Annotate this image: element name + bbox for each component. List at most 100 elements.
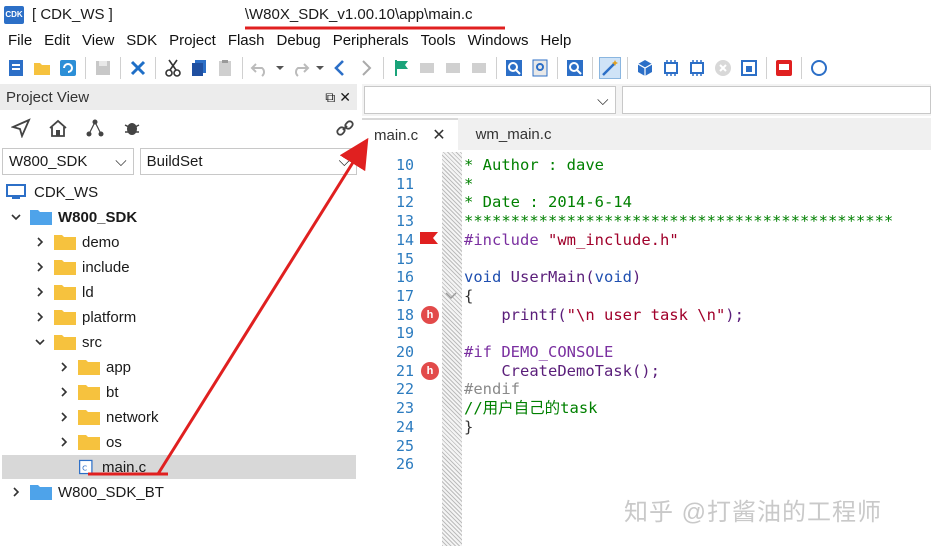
project-select[interactable]: W800_SDK ⌵ — [2, 148, 134, 175]
search-icon[interactable] — [564, 57, 586, 79]
tree-item-file-selected[interactable]: C main.c — [2, 455, 356, 479]
menu-flash[interactable]: Flash — [222, 29, 271, 53]
chevron-right-icon[interactable] — [34, 286, 46, 298]
menu-view[interactable]: View — [76, 29, 120, 53]
tab-main-c[interactable]: main.c ✕ — [362, 118, 458, 150]
project-tree: CDK_WS W800_SDK demo include ld platform… — [0, 180, 357, 546]
chevron-right-icon[interactable] — [58, 361, 70, 373]
chip-all-icon[interactable] — [686, 57, 708, 79]
fold-margin[interactable] — [442, 152, 462, 546]
symbol-dropdown[interactable] — [621, 86, 931, 114]
tree-item-folder[interactable]: src — [34, 330, 102, 354]
close-file-icon[interactable] — [127, 57, 149, 79]
code-editor[interactable]: 10 11 12 13 14 15 16 17 18 19 20 21 22 2… — [362, 152, 931, 546]
undo-icon[interactable] — [249, 57, 271, 79]
find-icon[interactable] — [503, 57, 525, 79]
structure-icon[interactable] — [84, 117, 105, 139]
bookmark-clear-icon[interactable] — [468, 57, 490, 79]
menu-debug[interactable]: Debug — [271, 29, 327, 53]
chevron-right-icon[interactable] — [34, 236, 46, 248]
tree-item-folder[interactable]: include — [34, 255, 130, 279]
tree-item-folder[interactable]: network — [58, 405, 159, 429]
chevron-right-icon[interactable] — [34, 311, 46, 323]
package-icon[interactable] — [634, 57, 656, 79]
locate-icon[interactable] — [10, 117, 31, 139]
tree-item-folder[interactable]: ld — [34, 280, 94, 304]
cut-icon[interactable] — [162, 57, 184, 79]
download-icon[interactable] — [738, 57, 760, 79]
navigate-forward-icon[interactable] — [355, 57, 377, 79]
menu-sdk[interactable]: SDK — [120, 29, 163, 53]
build-wand-icon[interactable] — [599, 57, 621, 79]
bookmark-prev-icon[interactable] — [416, 57, 438, 79]
chip-icon[interactable] — [660, 57, 682, 79]
title-bar: CDK [ CDK_WS ] \W80X_SDK_v1.00.10\app\ma… — [0, 0, 931, 29]
close-panel-icon[interactable]: ✕ — [339, 89, 351, 106]
load-icon[interactable] — [773, 57, 795, 79]
tree-item-folder[interactable]: demo — [34, 230, 120, 254]
save-icon[interactable] — [92, 57, 114, 79]
redo-dropdown-icon[interactable] — [315, 57, 325, 79]
chevron-down-icon[interactable] — [10, 211, 22, 223]
menu-project[interactable]: Project — [163, 29, 222, 53]
chevron-right-icon[interactable] — [10, 486, 22, 498]
code-area[interactable]: * Author : dave * * Date : 2014-6-14 ***… — [464, 152, 931, 546]
navigate-back-icon[interactable] — [329, 57, 351, 79]
tree-item-folder[interactable]: os — [58, 430, 122, 454]
menu-tools[interactable]: Tools — [415, 29, 462, 53]
bookmark-flag-icon[interactable] — [420, 232, 438, 244]
link-icon[interactable] — [334, 117, 355, 139]
float-panel-icon[interactable]: ⧉ — [325, 89, 335, 106]
tree-item-project[interactable]: W800_SDK — [10, 205, 137, 229]
redo-icon[interactable] — [289, 57, 311, 79]
tree-item-folder[interactable]: bt — [58, 380, 119, 404]
project-folder-icon — [30, 485, 52, 500]
menu-edit[interactable]: Edit — [38, 29, 76, 53]
chevron-down-icon: ⌵ — [338, 153, 350, 170]
refresh-icon[interactable] — [57, 57, 79, 79]
menu-peripherals[interactable]: Peripherals — [327, 29, 415, 53]
close-icon[interactable]: ✕ — [432, 125, 445, 145]
project-view-toolbar — [0, 112, 357, 144]
stop-icon[interactable] — [712, 57, 734, 79]
open-folder-icon[interactable] — [31, 57, 53, 79]
settings-icon[interactable] — [808, 57, 830, 79]
chevron-right-icon[interactable] — [34, 261, 46, 273]
find-in-files-icon[interactable] — [529, 57, 551, 79]
menu-file[interactable]: File — [2, 29, 38, 53]
tree-item-folder[interactable]: app — [58, 355, 131, 379]
code-line: * Date : 2014-6-14 — [464, 193, 632, 212]
debug-bug-icon[interactable] — [121, 117, 142, 139]
chevron-right-icon[interactable] — [58, 436, 70, 448]
menu-windows[interactable]: Windows — [462, 29, 535, 53]
hint-marker-icon[interactable]: h — [421, 362, 439, 380]
code-token: DEMO_CONSOLE — [501, 343, 614, 361]
copy-icon[interactable] — [188, 57, 210, 79]
folder-icon — [78, 435, 100, 450]
chevron-right-icon[interactable] — [58, 386, 70, 398]
line-number: 20 — [395, 343, 414, 361]
hint-marker-icon[interactable]: h — [421, 306, 439, 324]
fold-collapse-icon[interactable] — [444, 291, 458, 301]
line-number: 26 — [395, 455, 414, 474]
tree-item-workspace[interactable]: CDK_WS — [6, 180, 98, 204]
line-number: 19 — [395, 324, 414, 343]
menu-help[interactable]: Help — [534, 29, 577, 53]
buildset-select[interactable]: BuildSet ⌵ — [139, 148, 357, 175]
window-title-path: \W80X_SDK_v1.00.10\app\main.c — [244, 6, 473, 23]
tab-wm-main-c[interactable]: wm_main.c — [464, 118, 564, 150]
line-number: 17 — [395, 286, 414, 305]
new-file-icon[interactable] — [5, 57, 27, 79]
chevron-right-icon[interactable] — [58, 411, 70, 423]
folder-icon — [78, 360, 100, 375]
tree-item-project[interactable]: W800_SDK_BT — [10, 480, 164, 504]
scope-dropdown[interactable]: ⌵ — [364, 86, 616, 114]
bookmark-flag-icon[interactable] — [390, 57, 412, 79]
home-icon[interactable] — [47, 117, 68, 139]
line-number: 15 — [395, 249, 414, 268]
undo-dropdown-icon[interactable] — [275, 57, 285, 79]
bookmark-next-icon[interactable] — [442, 57, 464, 79]
chevron-down-icon[interactable] — [34, 336, 46, 348]
paste-icon[interactable] — [214, 57, 236, 79]
tree-item-folder[interactable]: platform — [34, 305, 136, 329]
